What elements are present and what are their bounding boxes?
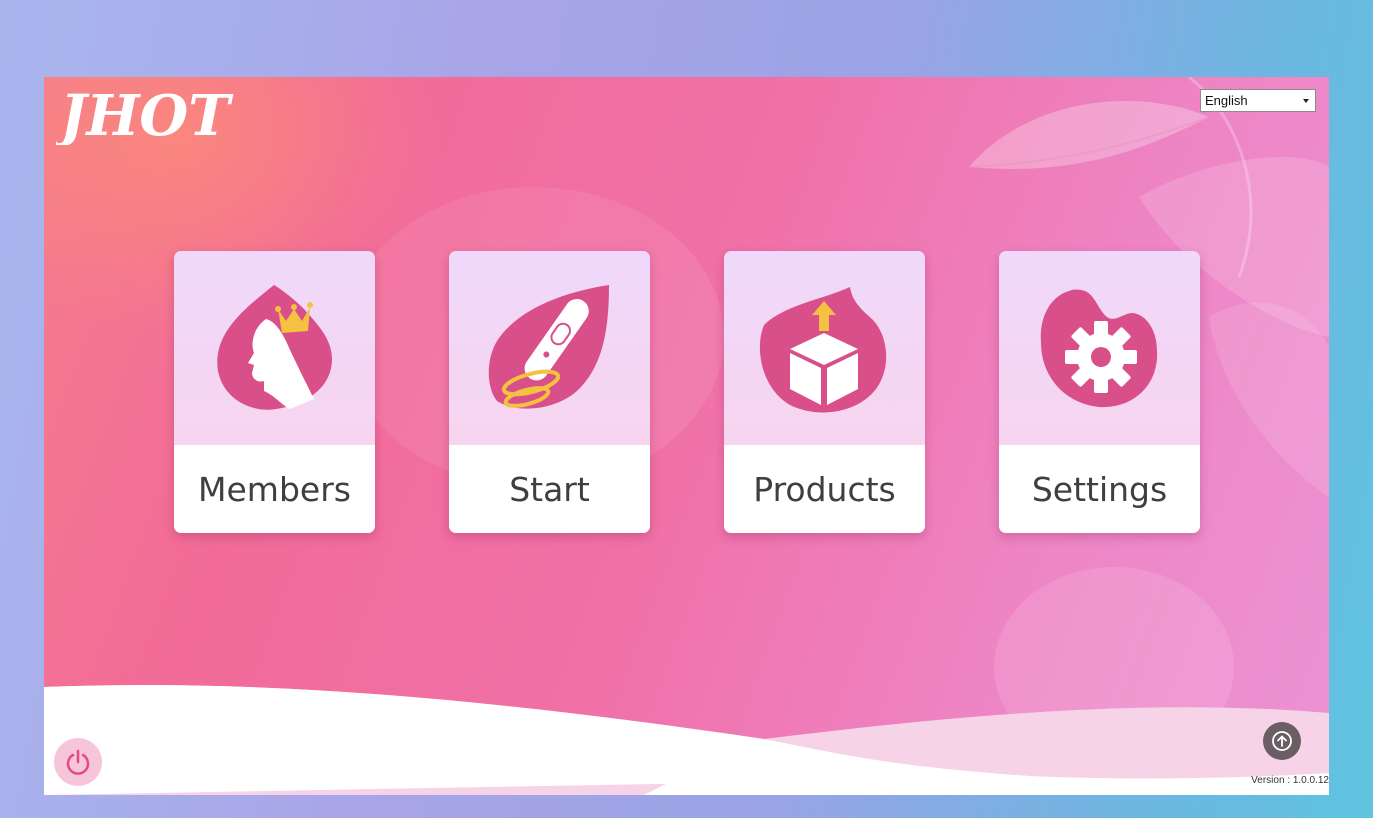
tile-label-area: Start [449,445,650,533]
tile-label: Start [509,469,590,509]
products-tile[interactable]: Products [724,251,925,533]
beauty-device-icon [488,285,609,409]
start-tile[interactable]: Start [449,251,650,533]
woman-crown-icon [217,285,332,410]
power-button[interactable] [54,738,102,786]
tile-icon-area [449,251,650,445]
svg-text:JHOT: JHOT [56,83,234,145]
members-tile[interactable]: Members [174,251,375,533]
language-select-value: English [1205,93,1248,108]
tile-icon-area [724,251,925,445]
bottom-wave [44,685,1329,795]
box-upload-icon [759,287,887,413]
tile-label-area: Members [174,445,375,533]
version-label: Version : 1.0.0.12 [1251,775,1329,786]
tile-label: Products [753,469,896,509]
jhot-logo: JHOT [56,83,234,145]
tile-icon-area [999,251,1200,445]
arrow-up-circle-icon [1272,731,1292,751]
tile-label: Settings [1031,469,1168,509]
language-select[interactable]: English [1200,89,1316,112]
tile-label: Members [198,469,351,509]
upload-button[interactable] [1263,722,1301,760]
tile-label-area: Products [724,445,925,533]
power-icon [66,749,90,775]
app-window: JHOT English Members Start Products Sett… [44,77,1329,795]
tile-icon-area [174,251,375,445]
chevron-down-icon [1303,99,1309,103]
gear-icon [1040,289,1158,408]
settings-tile[interactable]: Settings [999,251,1200,533]
tile-label-area: Settings [999,445,1200,533]
